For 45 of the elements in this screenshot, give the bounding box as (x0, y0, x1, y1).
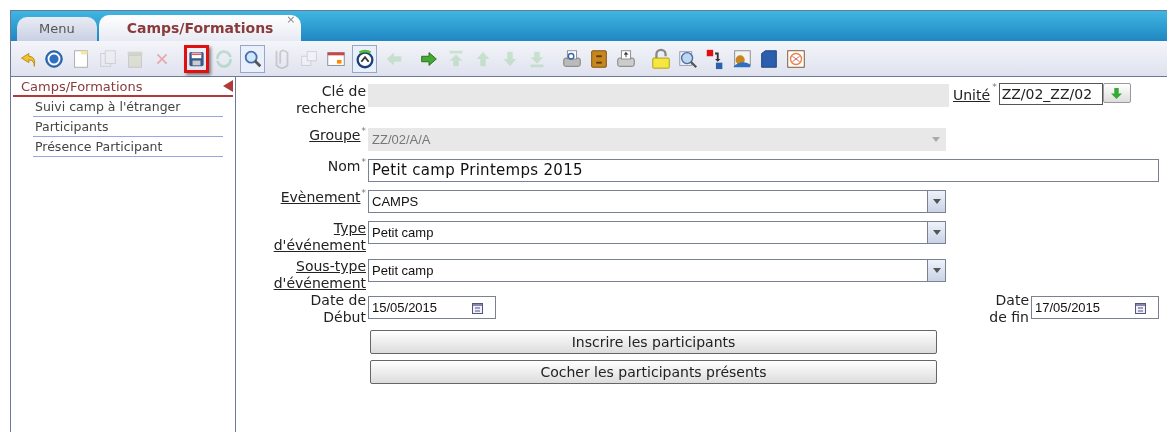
dropdown-arrow-icon[interactable] (932, 268, 941, 273)
field-label[interactable]: Sous-type d'événement (266, 258, 366, 292)
search-button[interactable] (240, 44, 265, 73)
dropdown: ZZ/02/A/A (368, 128, 946, 151)
close-tab-icon[interactable]: × (286, 12, 296, 29)
field-label: Clé de recherche (295, 83, 366, 117)
dropdown-arrow-icon[interactable] (932, 230, 941, 235)
history-button[interactable] (352, 44, 377, 73)
arrow-down-icon (1111, 87, 1123, 99)
tab[interactable]: Camps/Formations × (98, 15, 302, 41)
go-button[interactable] (1102, 83, 1131, 103)
action-button[interactable]: Cocher les participants présents (370, 360, 937, 384)
dropdown[interactable]: Petit camp (368, 259, 946, 282)
sidebar-item[interactable]: Présence Participant (33, 137, 223, 157)
required-mark: * (361, 189, 366, 198)
exo-icon (784, 47, 807, 70)
action-button[interactable]: Inscrire les participants (370, 330, 937, 354)
field-label: Date de fin (988, 292, 1029, 326)
dropdown-arrow-icon[interactable] (932, 199, 941, 204)
field-label[interactable]: Evènement (280, 189, 361, 206)
date-field[interactable]: 15/05/2015 (368, 296, 496, 319)
text-field[interactable]: Petit camp Printemps 2015 (368, 159, 1159, 182)
sidebar-item[interactable]: Suivi camp à l'étranger (33, 97, 223, 117)
field-label: Nom (327, 158, 361, 175)
dropdown[interactable]: CAMPS (368, 190, 946, 213)
field-label: Date de Début (309, 292, 366, 326)
help-icon (42, 47, 65, 70)
print-icon (614, 47, 637, 70)
collapse-icon[interactable] (223, 80, 233, 92)
required-mark: * (992, 83, 997, 92)
required-mark: * (361, 158, 366, 167)
dropdown[interactable]: Petit camp (368, 221, 946, 244)
tab[interactable]: Menu (17, 17, 97, 41)
calendar-icon[interactable] (1135, 301, 1146, 314)
save-button[interactable] (184, 44, 209, 73)
lock-icon (649, 47, 672, 70)
text-field[interactable]: ZZ/02_ZZ/02 (998, 83, 1103, 105)
date-field[interactable]: 17/05/2015 (1031, 296, 1159, 319)
preview-icon (560, 47, 583, 70)
field-label[interactable]: Type d'événement (266, 220, 366, 254)
calendar-icon[interactable] (472, 301, 483, 314)
sidebar-item[interactable]: Participants (33, 117, 223, 137)
field-label[interactable]: Unité (953, 85, 991, 106)
sidebar-header[interactable]: Camps/Formations (13, 77, 233, 97)
required-mark: * (361, 127, 366, 136)
